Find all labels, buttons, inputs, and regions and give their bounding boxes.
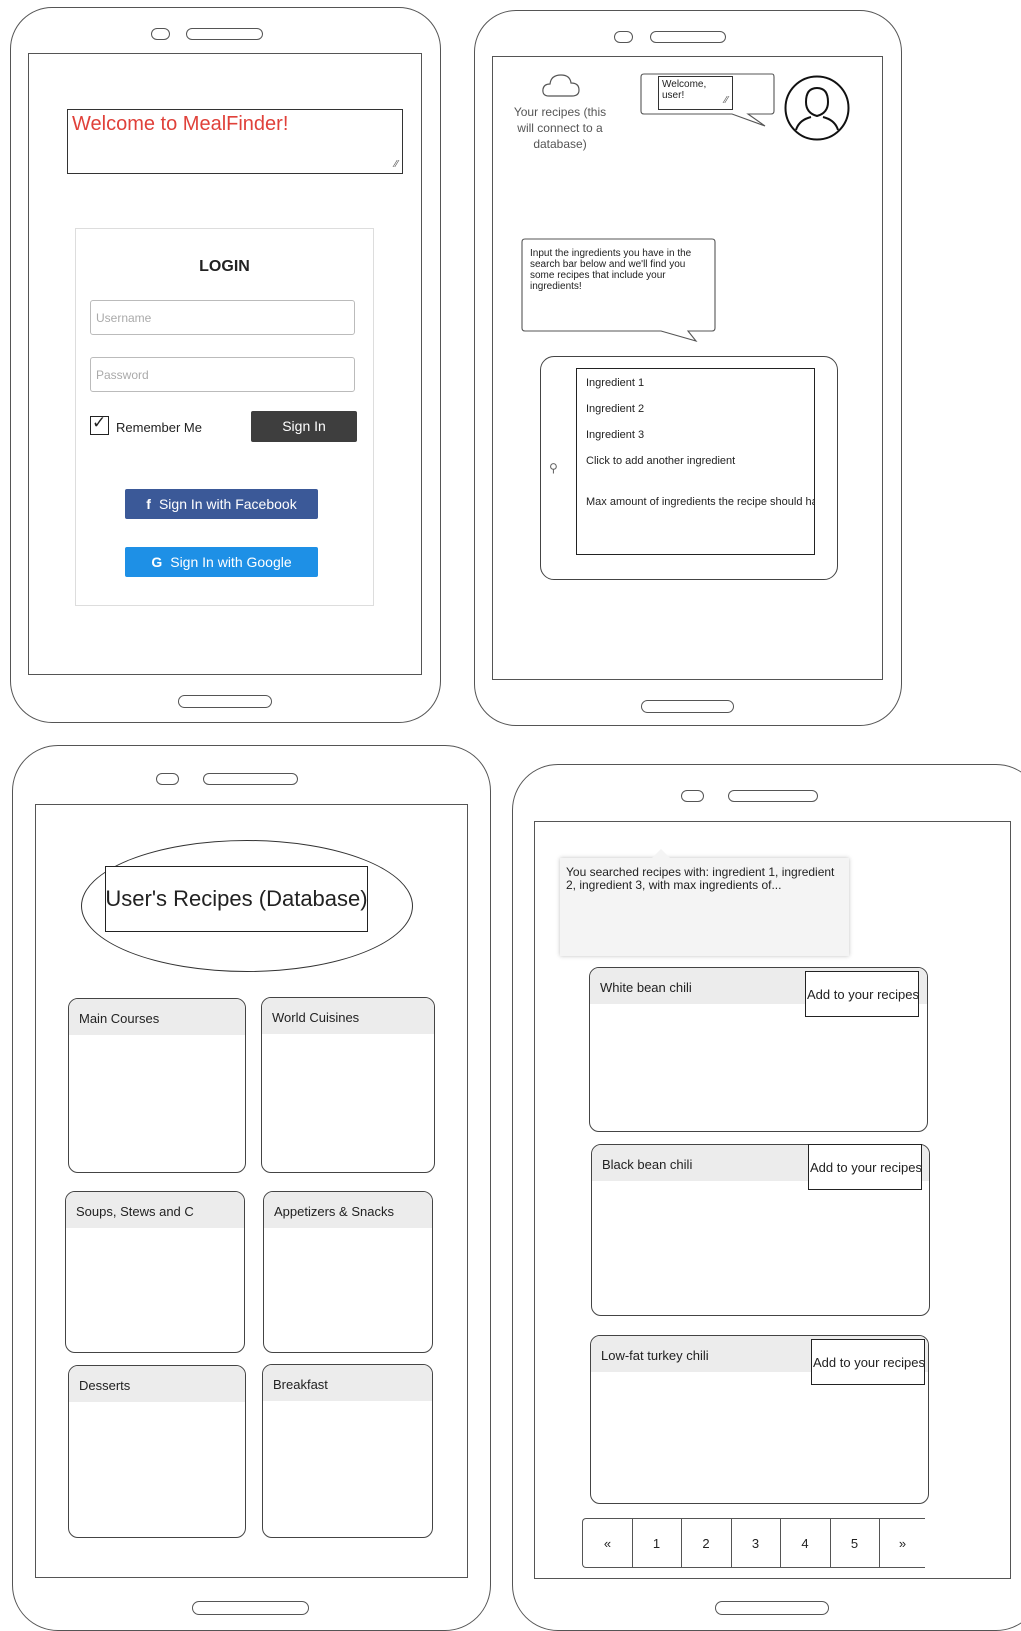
welcome-textarea: Welcome to MealFinder! ⁄⁄ [67,109,403,174]
max-ingredients-field[interactable]: Max amount of ingredients the recipe sho… [586,496,814,508]
recipes-db-title: User's Recipes (Database) [105,886,368,911]
user-avatar-icon[interactable] [784,75,850,141]
phone-camera [156,773,179,785]
password-input[interactable]: Password [90,357,355,392]
facebook-icon: f [146,496,151,512]
google-button-label: Sign In with Google [170,554,292,570]
login-heading: LOGIN [199,258,250,275]
cloud-caption: Your recipes (this will connect to a dat… [513,105,607,151]
category-title: Appetizers & Snacks [264,1192,432,1228]
page-prev-button[interactable]: « [583,1519,633,1567]
facebook-button-label: Sign In with Facebook [158,496,297,512]
sign-in-button[interactable]: Sign In [251,411,357,442]
welcome-user-textarea: Welcome, user! ⁄⁄ [658,76,733,110]
resize-handle-icon: ⁄⁄ [724,95,728,106]
google-sign-in-button[interactable]: G Sign In with Google [125,547,318,577]
ingredient-list-box[interactable]: Ingredient 1 Ingredient 2 Ingredient 3 C… [576,368,815,555]
category-card-soups-stews[interactable]: Soups, Stews and C [65,1191,245,1353]
phone-camera [614,31,633,43]
category-title: Soups, Stews and C [66,1192,244,1228]
ingredient-3-item[interactable]: Ingredient 3 [586,429,644,441]
facebook-sign-in-button[interactable]: f Sign In with Facebook [125,489,318,519]
instructions-text: Input the ingredients you have in the se… [530,248,692,292]
search-icon[interactable]: ⚲ [549,461,558,475]
search-summary-text: You searched recipes with: ingredient 1,… [566,865,835,892]
welcome-user-text: Welcome, user! [662,79,707,101]
username-input[interactable]: Username [90,300,355,335]
page-5-button[interactable]: 5 [830,1519,880,1567]
checkmark-icon: ✓ [92,413,107,432]
category-card-desserts[interactable]: Desserts [68,1365,246,1538]
pagination: « 1 2 3 4 5 » [582,1518,925,1568]
phone-camera [681,790,704,802]
google-icon: G [151,554,163,570]
phone-speaker [186,28,263,40]
phone-speaker [728,790,818,802]
add-to-recipes-button[interactable]: Add to your recipes [805,971,919,1017]
category-card-main-courses[interactable]: Main Courses [68,998,246,1173]
add-ingredient-link[interactable]: Click to add another ingredient [586,455,735,467]
phone-home-button[interactable] [178,695,272,708]
ingredient-1-item[interactable]: Ingredient 1 [586,377,644,389]
category-title: World Cuisines [262,998,434,1034]
page-2-button[interactable]: 2 [681,1519,732,1567]
add-to-recipes-button[interactable]: Add to your recipes [808,1144,922,1190]
phone-speaker [650,31,726,43]
phone-home-button[interactable] [715,1601,829,1615]
page-4-button[interactable]: 4 [780,1519,831,1567]
page-3-button[interactable]: 3 [731,1519,781,1567]
category-title: Main Courses [69,999,245,1035]
phone-speaker [203,773,298,785]
page-1-button[interactable]: 1 [632,1519,682,1567]
add-to-recipes-button[interactable]: Add to your recipes [811,1339,925,1385]
search-summary-tooltip: You searched recipes with: ingredient 1,… [560,858,849,956]
recipes-db-title-box: User's Recipes (Database) [105,866,368,932]
remember-me-label: Remember Me [116,420,202,435]
category-title: Desserts [69,1366,245,1402]
category-card-world-cuisines[interactable]: World Cuisines [261,997,435,1173]
category-card-breakfast[interactable]: Breakfast [262,1364,433,1538]
phone-camera [151,28,170,40]
cloud-icon[interactable] [541,72,581,98]
ingredient-2-item[interactable]: Ingredient 2 [586,403,644,415]
page-next-button[interactable]: » [879,1519,925,1567]
phone-home-button[interactable] [192,1601,309,1615]
remember-me-checkbox[interactable]: ✓ [90,413,109,435]
phone-home-button[interactable] [641,700,734,713]
category-card-appetizers-snacks[interactable]: Appetizers & Snacks [263,1191,433,1353]
tooltip-pointer [651,849,671,859]
category-title: Breakfast [263,1365,432,1401]
resize-handle-icon: ⁄⁄ [394,159,398,170]
welcome-text: Welcome to MealFinder! [72,113,289,135]
